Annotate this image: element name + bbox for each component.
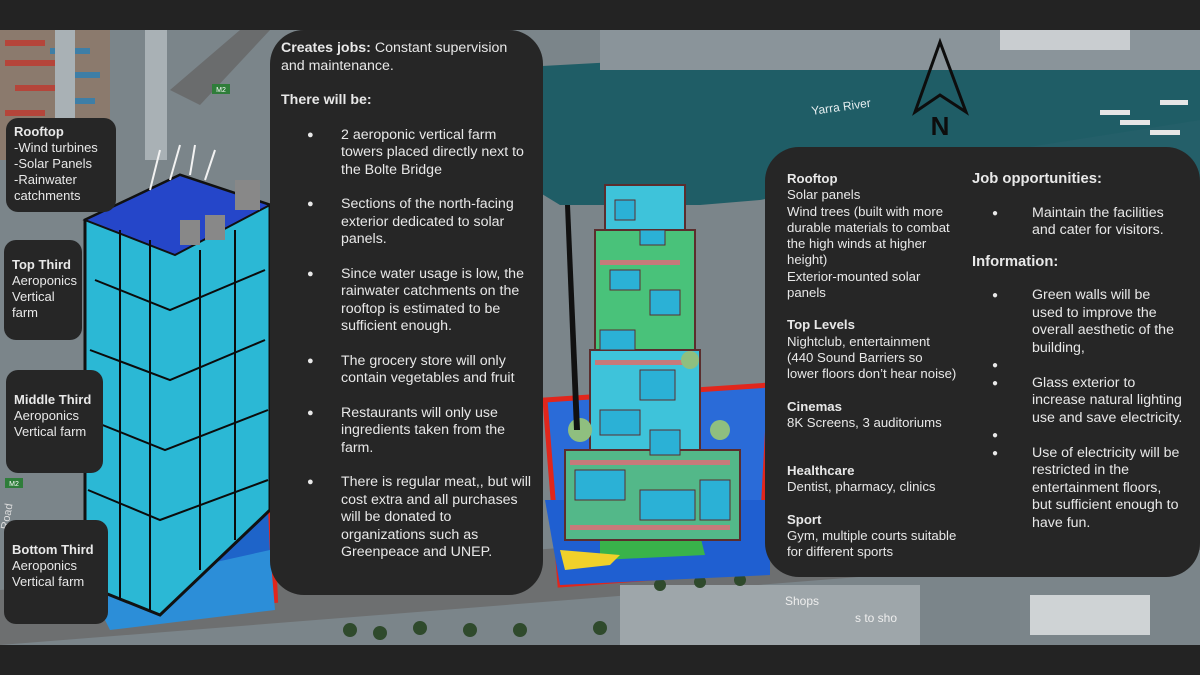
info-item-4	[972, 427, 1184, 445]
info-item-2	[972, 357, 1184, 375]
section-top-levels-text: Nightclub, entertainment (440 Sound Barr…	[787, 333, 957, 382]
road-badge-2: M2	[9, 481, 19, 488]
label-top-third-line-2: Vertical	[12, 289, 55, 304]
label-top-third-title: Top Third	[12, 257, 71, 272]
section-top-levels-title: Top Levels	[787, 317, 855, 333]
label-bottom-third-title: Bottom Third	[12, 542, 94, 557]
info-item-5: Use of electricity will be restricted in…	[972, 445, 1184, 533]
section-rooftop-text-3: Exterior-mounted solar panels	[787, 268, 921, 301]
middle-bullet-5: Restaurants will only use ingredients ta…	[281, 405, 532, 458]
information-title: Information:	[972, 253, 1059, 270]
label-rooftop: Rooftop -Wind turbines -Solar Panels -Ra…	[6, 118, 116, 212]
label-middle-third-title: Middle Third	[14, 392, 92, 407]
compass-letter: N	[931, 111, 950, 141]
info-item-3: Glass exterior to increase natural light…	[972, 375, 1184, 428]
middle-bullet-6: There is regular meat,, but will cost ex…	[281, 474, 532, 562]
label-rooftop-line-1: -Wind turbines	[14, 140, 98, 155]
label-rooftop-line-3: -Rainwater	[14, 172, 77, 187]
section-healthcare-text: Dentist, pharmacy, clinics	[787, 479, 936, 495]
middle-bullet-list: 2 aeroponic vertical farm towers placed …	[281, 127, 532, 562]
road-badge-1: M2	[216, 87, 226, 94]
info-column: Job opportunities: Maintain the faciliti…	[972, 171, 1184, 546]
label-bottom-third: Bottom Third Aeroponics Vertical farm	[4, 520, 108, 624]
section-cinemas-title: Cinemas	[787, 398, 842, 414]
job-list: Maintain the facilities and cater for vi…	[972, 205, 1184, 240]
label-middle-third: Middle Third Aeroponics Vertical farm	[6, 370, 103, 473]
label-middle-third-line-2: Vertical farm	[14, 424, 87, 439]
section-healthcare-title: Healthcare	[787, 463, 855, 479]
label-rooftop-line-2: -Solar Panels	[14, 156, 93, 171]
section-top-levels: Top Levels Nightclub, entertainment (440…	[787, 317, 957, 382]
hidden-shops-text: Shops	[785, 594, 819, 608]
section-rooftop-text-1: Solar panels	[787, 187, 861, 203]
section-sport-text: Gym, multiple courts suitable for differ…	[787, 528, 957, 560]
section-sport-title: Sport	[787, 511, 822, 527]
job-opportunities-title: Job opportunities:	[972, 171, 1102, 187]
info-item-1: Green walls will be used to improve the …	[972, 287, 1184, 357]
label-bottom-third-line-2: Vertical farm	[12, 574, 85, 589]
section-rooftop-text-2: Wind trees (built with more durable mate…	[787, 203, 950, 268]
section-cinemas-text: 8K Screens, 3 auditoriums	[787, 414, 942, 430]
label-middle-third-line-1: Aeroponics	[14, 408, 80, 423]
label-rooftop-title: Rooftop	[14, 124, 64, 139]
information-list: Green walls will be used to improve the …	[972, 287, 1184, 532]
facilities-column: Rooftop Solar panels Wind trees (built w…	[787, 171, 957, 577]
label-bottom-third-line-1: Aeroponics	[12, 558, 78, 573]
middle-bullet-2: Sections of the north-facing exterior de…	[281, 196, 532, 249]
middle-bullet-1: 2 aeroponic vertical farm towers placed …	[281, 127, 532, 180]
right-info-panel: Rooftop Solar panels Wind trees (built w…	[765, 147, 1200, 577]
there-will-be-heading: There will be:	[281, 92, 372, 108]
label-top-third-line-1: Aeroponics	[12, 273, 78, 288]
label-top-third: Top Third Aeroponics Vertical farm	[4, 240, 82, 340]
middle-bullet-4: The grocery store will only contain vege…	[281, 353, 532, 388]
jobs-paragraph: Creates jobs: Constant supervision and m…	[281, 40, 532, 75]
middle-bullet-3: Since water usage is low, the rainwater …	[281, 266, 532, 336]
jobs-bold: Creates jobs:	[281, 40, 371, 56]
label-rooftop-line-4: catchments	[14, 188, 81, 203]
section-rooftop: Rooftop Solar panels Wind trees (built w…	[787, 171, 957, 301]
section-sport: Sport Gym, multiple courts suitable for …	[787, 512, 957, 561]
middle-info-panel: Creates jobs: Constant supervision and m…	[270, 30, 543, 595]
section-rooftop-title: Rooftop	[787, 171, 838, 186]
job-item-1: Maintain the facilities and cater for vi…	[972, 205, 1184, 240]
section-cinemas: Cinemas 8K Screens, 3 auditoriums	[787, 399, 957, 432]
label-top-third-line-3: farm	[12, 305, 38, 320]
hidden-shops-text-2: s to sho	[855, 611, 897, 625]
section-healthcare: Healthcare Dentist, pharmacy, clinics	[787, 463, 957, 496]
